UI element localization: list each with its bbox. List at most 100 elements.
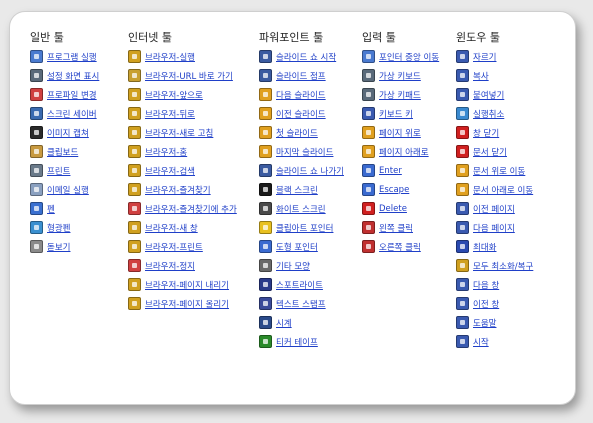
tool-link[interactable]: 슬라이드 쇼 시작 (276, 51, 336, 63)
tool-item[interactable]: 브라우저-즐겨찾기 (128, 180, 237, 199)
tool-item[interactable]: 블랙 스크린 (259, 180, 344, 199)
tool-item[interactable]: 설정 화면 표시 (30, 66, 99, 85)
tool-item[interactable]: 텍스트 스탬프 (259, 294, 344, 313)
tool-link[interactable]: 기타 모양 (276, 260, 310, 272)
tool-link[interactable]: 브라우저-프린트 (145, 241, 203, 253)
tool-item[interactable]: 가상 키보드 (362, 66, 439, 85)
tool-link[interactable]: 브라우저-홈 (145, 146, 187, 158)
tool-link[interactable]: 돋보기 (47, 241, 70, 253)
tool-item[interactable]: 기타 모양 (259, 256, 344, 275)
tool-item[interactable]: 이전 창 (456, 294, 533, 313)
tool-item[interactable]: Delete (362, 199, 439, 218)
tool-item[interactable]: 페이지 위로 (362, 123, 439, 142)
tool-item[interactable]: 창 닫기 (456, 123, 533, 142)
tool-item[interactable]: 스크린 세이버 (30, 104, 99, 123)
tool-link[interactable]: 가상 키보드 (379, 70, 421, 82)
tool-item[interactable]: 프로파일 변경 (30, 85, 99, 104)
tool-link[interactable]: 설정 화면 표시 (47, 70, 99, 82)
tool-link[interactable]: 자르기 (473, 51, 496, 63)
tool-link[interactable]: 이미지 캡쳐 (47, 127, 89, 139)
tool-link[interactable]: 펜 (47, 203, 55, 215)
tool-item[interactable]: 복사 (456, 66, 533, 85)
tool-item[interactable]: 브라우저-새 창 (128, 218, 237, 237)
tool-link[interactable]: 왼쪽 클릭 (379, 222, 413, 234)
tool-item[interactable]: 최대화 (456, 237, 533, 256)
tool-link[interactable]: 이전 페이지 (473, 203, 515, 215)
tool-item[interactable]: 브라우저-페이지 내리기 (128, 275, 237, 294)
tool-link[interactable]: 브라우저-URL 바로 가기 (145, 70, 233, 82)
tool-link[interactable]: 문서 위로 이동 (473, 165, 525, 177)
tool-item[interactable]: 오른쪽 클릭 (362, 237, 439, 256)
tool-link[interactable]: 시작 (473, 336, 489, 348)
tool-item[interactable]: 이미지 캡쳐 (30, 123, 99, 142)
tool-item[interactable]: 스포트라이트 (259, 275, 344, 294)
tool-link[interactable]: 마지막 슬라이드 (276, 146, 333, 158)
tool-item[interactable]: 슬라이드 쇼 나가기 (259, 161, 344, 180)
tool-item[interactable]: 문서 아래로 이동 (456, 180, 533, 199)
tool-link[interactable]: 복사 (473, 70, 489, 82)
tool-link[interactable]: 슬라이드 점프 (276, 70, 326, 82)
tool-link[interactable]: 다음 페이지 (473, 222, 515, 234)
tool-link[interactable]: 브라우저-뒤로 (145, 108, 195, 120)
tool-link[interactable]: 페이지 아래로 (379, 146, 429, 158)
tool-item[interactable]: 슬라이드 쇼 시작 (259, 47, 344, 66)
tool-item[interactable]: 시작 (456, 332, 533, 351)
tool-link[interactable]: 브라우저-즐겨찾기 (145, 184, 211, 196)
tool-link[interactable]: 스크린 세이버 (47, 108, 97, 120)
tool-item[interactable]: 슬라이드 점프 (259, 66, 344, 85)
tool-item[interactable]: 첫 슬라이드 (259, 123, 344, 142)
tool-item[interactable]: 브라우저-뒤로 (128, 104, 237, 123)
tool-item[interactable]: 페이지 아래로 (362, 142, 439, 161)
tool-item[interactable]: 붙여넣기 (456, 85, 533, 104)
tool-item[interactable]: 클립아트 포인터 (259, 218, 344, 237)
tool-link[interactable]: 텍스트 스탬프 (276, 298, 326, 310)
tool-item[interactable]: 프린트 (30, 161, 99, 180)
tool-link[interactable]: 이메일 실행 (47, 184, 89, 196)
tool-link[interactable]: 브라우저-검색 (145, 165, 195, 177)
tool-item[interactable]: 클립보드 (30, 142, 99, 161)
tool-link[interactable]: 브라우저-새로 고침 (145, 127, 213, 139)
tool-link[interactable]: 브라우저-페이지 올리기 (145, 298, 229, 310)
tool-item[interactable]: 마지막 슬라이드 (259, 142, 344, 161)
tool-link[interactable]: 문서 닫기 (473, 146, 507, 158)
tool-link[interactable]: 프로파일 변경 (47, 89, 97, 101)
tool-link[interactable]: 페이지 위로 (379, 127, 421, 139)
tool-item[interactable]: 키보드 키 (362, 104, 439, 123)
tool-link[interactable]: 다음 슬라이드 (276, 89, 326, 101)
tool-item[interactable]: 브라우저-프린트 (128, 237, 237, 256)
tool-item[interactable]: 도형 포인터 (259, 237, 344, 256)
tool-item[interactable]: 시계 (259, 313, 344, 332)
tool-item[interactable]: 브라우저-정지 (128, 256, 237, 275)
tool-link[interactable]: 브라우저-즐겨찾기에 추가 (145, 203, 237, 215)
tool-item[interactable]: 다음 페이지 (456, 218, 533, 237)
tool-link[interactable]: 가상 키패드 (379, 89, 421, 101)
tool-link[interactable]: 브라우저-페이지 내리기 (145, 279, 229, 291)
tool-link[interactable]: 포인터 중앙 이동 (379, 51, 439, 63)
tool-link[interactable]: 이전 슬라이드 (276, 108, 326, 120)
tool-link[interactable]: 시계 (276, 317, 292, 329)
tool-item[interactable]: 브라우저-검색 (128, 161, 237, 180)
tool-link[interactable]: 브라우저-실행 (145, 51, 195, 63)
tool-link[interactable]: 모두 최소화/복구 (473, 260, 533, 272)
tool-link[interactable]: 티커 테이프 (276, 336, 318, 348)
tool-link[interactable]: Enter (379, 166, 402, 176)
tool-link[interactable]: 창 닫기 (473, 127, 499, 139)
tool-item[interactable]: 다음 창 (456, 275, 533, 294)
tool-link[interactable]: 오른쪽 클릭 (379, 241, 421, 253)
tool-item[interactable]: 브라우저-홈 (128, 142, 237, 161)
tool-item[interactable]: 문서 위로 이동 (456, 161, 533, 180)
tool-link[interactable]: 형광펜 (47, 222, 70, 234)
tool-link[interactable]: 화이트 스크린 (276, 203, 326, 215)
tool-link[interactable]: 도움말 (473, 317, 496, 329)
tool-link[interactable]: 붙여넣기 (473, 89, 504, 101)
tool-item[interactable]: 티커 테이프 (259, 332, 344, 351)
tool-item[interactable]: 이전 페이지 (456, 199, 533, 218)
tool-item[interactable]: 문서 닫기 (456, 142, 533, 161)
tool-link[interactable]: 프로그램 실행 (47, 51, 97, 63)
tool-link[interactable]: 실행취소 (473, 108, 504, 120)
tool-link[interactable]: 슬라이드 쇼 나가기 (276, 165, 344, 177)
tool-item[interactable]: 다음 슬라이드 (259, 85, 344, 104)
tool-item[interactable]: 형광펜 (30, 218, 99, 237)
tool-item[interactable]: 이전 슬라이드 (259, 104, 344, 123)
tool-link[interactable]: 다음 창 (473, 279, 499, 291)
